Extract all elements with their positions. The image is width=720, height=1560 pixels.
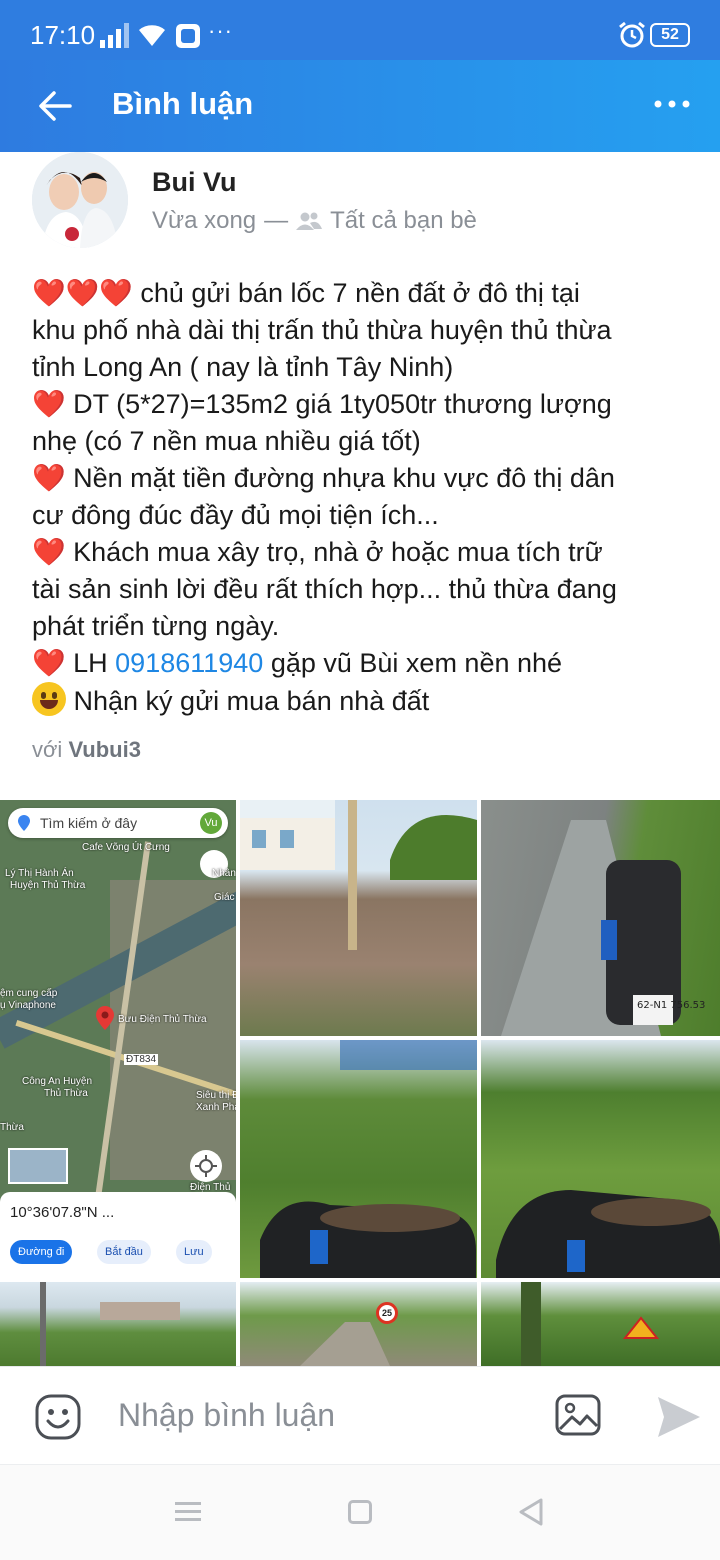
my-location-icon: [190, 1150, 222, 1182]
motorbike-scene: 62-N1 756.53: [501, 820, 705, 1036]
more-options-icon[interactable]: [652, 98, 692, 110]
author-name[interactable]: Bui Vu: [152, 167, 237, 198]
map-label: Giác: [214, 892, 235, 903]
street-scene: [40, 1282, 180, 1366]
image-picker-icon[interactable]: [554, 1393, 602, 1437]
system-nav-bar: [0, 1464, 720, 1560]
photo-empty-lot[interactable]: [240, 800, 477, 1036]
map-avatar: Vu: [200, 812, 222, 834]
map-label: Công An Huyện: [22, 1076, 93, 1087]
street-scene-2: [300, 1322, 390, 1366]
phone-link[interactable]: 0918611940: [115, 648, 263, 678]
post-line: cư đông đúc đầy đủ mọi tiện ích...: [32, 500, 439, 530]
road-code-label: ĐT834: [124, 1054, 159, 1065]
directions-chip: Đường đi: [10, 1240, 73, 1264]
photo-street-2[interactable]: 25: [240, 1282, 477, 1366]
speed-limit-sign: 25: [376, 1302, 398, 1324]
back-arrow-icon[interactable]: [34, 84, 78, 128]
map-pin-icon: [18, 815, 30, 831]
post-time: Vừa xong: [152, 207, 257, 234]
map-label: Xanh Phan V: [196, 1102, 236, 1113]
map-label: Thừa: [0, 1122, 24, 1133]
post-audience[interactable]: Tất cả bạn bè: [330, 207, 477, 235]
map-label: Huyện Thủ Thừa: [10, 880, 86, 891]
map-coordinate: 10°36'07.8"N ...: [10, 1204, 115, 1221]
alarm-icon: [619, 21, 645, 48]
photo-street-1[interactable]: [0, 1282, 236, 1366]
post-line: Nền mặt tiền đường nhựa khu vực đô thị d…: [65, 463, 615, 493]
tagged-user[interactable]: Vubui3: [68, 737, 141, 762]
map-search-bar: Tìm kiếm ở đây Vu: [8, 808, 228, 838]
post-line: Nhận ký gửi mua bán nhà đất: [66, 686, 430, 716]
heart-emoji: ❤️: [32, 537, 66, 567]
map-search-placeholder: Tìm kiếm ở đây: [40, 815, 138, 831]
street-view-thumbnail: [8, 1148, 68, 1184]
map-label: Lý Thị Hành Án: [5, 868, 74, 879]
author-avatar[interactable]: [32, 152, 128, 248]
start-chip: Bắt đầu: [97, 1240, 151, 1264]
grass-motorbike-scene: [260, 1040, 477, 1278]
friends-icon: [296, 212, 323, 230]
heart-emoji: ❤️: [32, 463, 66, 493]
map-label: Thủ Thừa: [44, 1088, 88, 1099]
grinning-face-icon: [32, 682, 66, 716]
notification-app-icon: [176, 24, 200, 48]
heart-emoji: ❤️❤️❤️: [32, 278, 133, 308]
map-label: Siêu thị Đ: [196, 1090, 236, 1101]
heart-emoji: ❤️: [32, 389, 66, 419]
more-notifications-icon: ···: [208, 18, 233, 43]
photo-grid: Tìm kiếm ở đây Vu Cafe Võng Út Cưng Lý T…: [0, 800, 720, 1366]
recent-apps-icon[interactable]: [175, 1501, 201, 1523]
post-line: nhẹ (có 7 nền mua nhiều giá tốt): [32, 426, 421, 456]
map-label: Bưu Điện Thủ Thừa: [118, 1014, 207, 1025]
red-location-pin-icon: [96, 1006, 114, 1030]
post-line: chủ gửi bán lốc 7 nền đất ở đô thị tại: [132, 278, 580, 308]
tagged-with: với Vubui3: [32, 737, 141, 763]
post-line: tài sản sinh lời đều rất thích hợp... th…: [32, 574, 617, 604]
map-place-sheet: 10°36'07.8"N ... Đường đi Bắt đầu Lưu: [0, 1192, 236, 1278]
meta-separator: —: [264, 207, 289, 234]
home-button-icon[interactable]: [348, 1500, 372, 1524]
post-content: ❤️❤️❤️ chủ gửi bán lốc 7 nền đất ở đô th…: [32, 275, 692, 720]
post-line: khu phố nhà dài thị trấn thủ thừa huyện …: [32, 315, 612, 345]
post-line: tỉnh Long An ( nay là tỉnh Tây Ninh): [32, 352, 454, 382]
signal-icon: [100, 23, 129, 48]
battery-indicator: 52: [650, 23, 690, 47]
status-bar: 17:10 ··· 52: [0, 0, 720, 60]
emoji-sticker-icon[interactable]: [34, 1393, 82, 1441]
map-label: ụ Vinaphone: [0, 1000, 56, 1011]
post-meta: Vừa xong — Tất cả bạn bè: [152, 207, 477, 235]
lot-scene: [240, 800, 477, 950]
photo-grass-motorbike-2[interactable]: [481, 1040, 720, 1278]
with-prefix: với: [32, 737, 69, 762]
comment-bar: Nhập bình luận: [0, 1366, 720, 1464]
map-label: Nhân: [212, 868, 236, 879]
street-scene-3: [521, 1282, 660, 1366]
license-plate: 62-N1 756.53: [637, 1000, 705, 1011]
wifi-icon: [139, 25, 165, 46]
status-time: 17:10: [30, 20, 96, 50]
send-icon[interactable]: [654, 1393, 702, 1441]
photo-map-screenshot[interactable]: Tìm kiếm ở đây Vu Cafe Võng Út Cưng Lý T…: [0, 800, 236, 1278]
map-label: ệm cung cấp: [0, 988, 58, 999]
post-line: LH: [65, 648, 116, 678]
post-line: DT (5*27)=135m2 giá 1ty050tr thương lượn…: [65, 389, 612, 419]
system-back-icon[interactable]: [518, 1497, 544, 1527]
photo-grass-motorbike[interactable]: [240, 1040, 477, 1278]
comment-input[interactable]: Nhập bình luận: [118, 1397, 335, 1434]
post-line: Khách mua xây trọ, nhà ở hoặc mua tích t…: [65, 537, 603, 567]
heart-emoji: ❤️: [32, 648, 66, 678]
save-chip: Lưu: [176, 1240, 212, 1264]
post-line: phát triển từng ngày.: [32, 611, 280, 641]
wedding-photo-icon: [32, 152, 128, 248]
photo-road-motorbike[interactable]: 62-N1 756.53: [481, 800, 720, 1036]
app-header: Bình luận: [0, 60, 720, 152]
grass-motorbike-scene-2: [496, 1190, 720, 1278]
map-label: Cafe Võng Út Cưng: [82, 842, 170, 853]
post-line: gặp vũ Bùi xem nền nhé: [263, 648, 563, 678]
page-title: Bình luận: [112, 86, 254, 121]
photo-street-3[interactable]: [481, 1282, 720, 1366]
